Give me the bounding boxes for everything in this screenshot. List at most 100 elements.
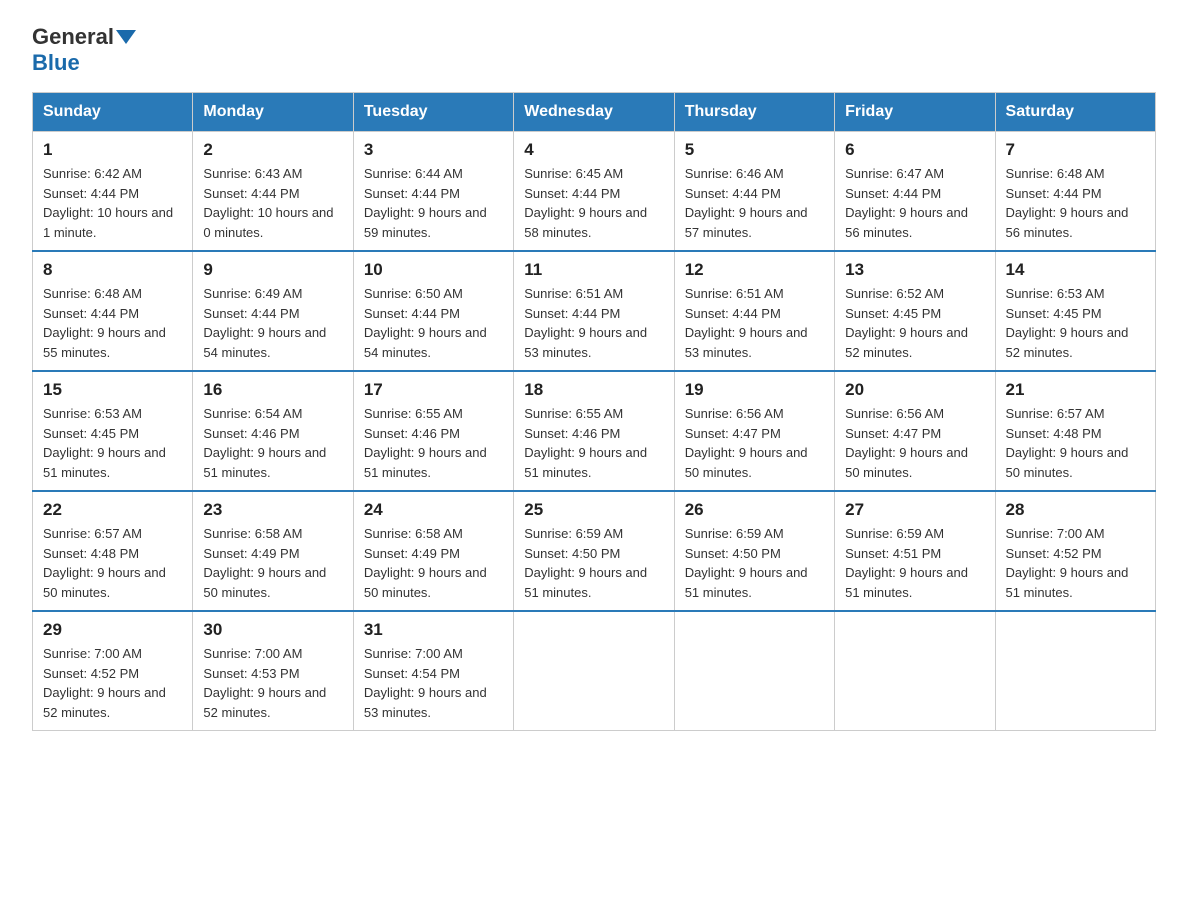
calendar-cell: 13 Sunrise: 6:52 AMSunset: 4:45 PMDaylig… <box>835 251 995 371</box>
day-info: Sunrise: 6:55 AMSunset: 4:46 PMDaylight:… <box>364 406 487 480</box>
day-number: 5 <box>685 140 824 160</box>
day-number: 15 <box>43 380 182 400</box>
day-info: Sunrise: 6:42 AMSunset: 4:44 PMDaylight:… <box>43 166 173 240</box>
day-number: 24 <box>364 500 503 520</box>
day-number: 23 <box>203 500 342 520</box>
day-info: Sunrise: 6:49 AMSunset: 4:44 PMDaylight:… <box>203 286 326 360</box>
calendar-cell <box>995 611 1155 731</box>
day-number: 16 <box>203 380 342 400</box>
calendar-cell: 18 Sunrise: 6:55 AMSunset: 4:46 PMDaylig… <box>514 371 674 491</box>
calendar-table: SundayMondayTuesdayWednesdayThursdayFrid… <box>32 92 1156 731</box>
calendar-week-row: 29 Sunrise: 7:00 AMSunset: 4:52 PMDaylig… <box>33 611 1156 731</box>
day-info: Sunrise: 6:58 AMSunset: 4:49 PMDaylight:… <box>203 526 326 600</box>
calendar-cell: 6 Sunrise: 6:47 AMSunset: 4:44 PMDayligh… <box>835 132 995 252</box>
calendar-cell: 5 Sunrise: 6:46 AMSunset: 4:44 PMDayligh… <box>674 132 834 252</box>
calendar-day-header: Monday <box>193 93 353 132</box>
calendar-cell: 17 Sunrise: 6:55 AMSunset: 4:46 PMDaylig… <box>353 371 513 491</box>
day-number: 12 <box>685 260 824 280</box>
day-info: Sunrise: 6:43 AMSunset: 4:44 PMDaylight:… <box>203 166 333 240</box>
day-number: 20 <box>845 380 984 400</box>
calendar-cell: 12 Sunrise: 6:51 AMSunset: 4:44 PMDaylig… <box>674 251 834 371</box>
day-number: 21 <box>1006 380 1145 400</box>
day-number: 17 <box>364 380 503 400</box>
day-number: 2 <box>203 140 342 160</box>
calendar-week-row: 8 Sunrise: 6:48 AMSunset: 4:44 PMDayligh… <box>33 251 1156 371</box>
day-info: Sunrise: 6:57 AMSunset: 4:48 PMDaylight:… <box>43 526 166 600</box>
logo-arrow-icon <box>116 30 136 44</box>
calendar-day-header: Tuesday <box>353 93 513 132</box>
day-info: Sunrise: 6:48 AMSunset: 4:44 PMDaylight:… <box>1006 166 1129 240</box>
day-info: Sunrise: 6:56 AMSunset: 4:47 PMDaylight:… <box>845 406 968 480</box>
day-number: 27 <box>845 500 984 520</box>
day-info: Sunrise: 6:59 AMSunset: 4:50 PMDaylight:… <box>685 526 808 600</box>
calendar-day-header: Friday <box>835 93 995 132</box>
day-number: 28 <box>1006 500 1145 520</box>
calendar-day-header: Sunday <box>33 93 193 132</box>
day-number: 19 <box>685 380 824 400</box>
day-info: Sunrise: 7:00 AMSunset: 4:52 PMDaylight:… <box>1006 526 1129 600</box>
day-info: Sunrise: 6:45 AMSunset: 4:44 PMDaylight:… <box>524 166 647 240</box>
calendar-cell: 3 Sunrise: 6:44 AMSunset: 4:44 PMDayligh… <box>353 132 513 252</box>
day-info: Sunrise: 6:51 AMSunset: 4:44 PMDaylight:… <box>685 286 808 360</box>
calendar-cell: 14 Sunrise: 6:53 AMSunset: 4:45 PMDaylig… <box>995 251 1155 371</box>
calendar-cell: 1 Sunrise: 6:42 AMSunset: 4:44 PMDayligh… <box>33 132 193 252</box>
calendar-week-row: 1 Sunrise: 6:42 AMSunset: 4:44 PMDayligh… <box>33 132 1156 252</box>
day-info: Sunrise: 6:59 AMSunset: 4:50 PMDaylight:… <box>524 526 647 600</box>
day-number: 13 <box>845 260 984 280</box>
calendar-cell: 22 Sunrise: 6:57 AMSunset: 4:48 PMDaylig… <box>33 491 193 611</box>
logo-blue-text: Blue <box>32 50 80 76</box>
calendar-cell: 21 Sunrise: 6:57 AMSunset: 4:48 PMDaylig… <box>995 371 1155 491</box>
calendar-cell: 31 Sunrise: 7:00 AMSunset: 4:54 PMDaylig… <box>353 611 513 731</box>
day-number: 10 <box>364 260 503 280</box>
calendar-cell: 24 Sunrise: 6:58 AMSunset: 4:49 PMDaylig… <box>353 491 513 611</box>
calendar-cell: 7 Sunrise: 6:48 AMSunset: 4:44 PMDayligh… <box>995 132 1155 252</box>
day-number: 22 <box>43 500 182 520</box>
day-info: Sunrise: 6:53 AMSunset: 4:45 PMDaylight:… <box>1006 286 1129 360</box>
logo-general-text: General <box>32 24 114 50</box>
calendar-cell: 10 Sunrise: 6:50 AMSunset: 4:44 PMDaylig… <box>353 251 513 371</box>
calendar-cell: 8 Sunrise: 6:48 AMSunset: 4:44 PMDayligh… <box>33 251 193 371</box>
day-info: Sunrise: 6:51 AMSunset: 4:44 PMDaylight:… <box>524 286 647 360</box>
day-info: Sunrise: 6:44 AMSunset: 4:44 PMDaylight:… <box>364 166 487 240</box>
calendar-cell <box>514 611 674 731</box>
calendar-day-header: Wednesday <box>514 93 674 132</box>
day-number: 3 <box>364 140 503 160</box>
calendar-cell: 30 Sunrise: 7:00 AMSunset: 4:53 PMDaylig… <box>193 611 353 731</box>
day-info: Sunrise: 6:47 AMSunset: 4:44 PMDaylight:… <box>845 166 968 240</box>
day-info: Sunrise: 7:00 AMSunset: 4:54 PMDaylight:… <box>364 646 487 720</box>
calendar-cell: 16 Sunrise: 6:54 AMSunset: 4:46 PMDaylig… <box>193 371 353 491</box>
calendar-cell <box>674 611 834 731</box>
day-number: 11 <box>524 260 663 280</box>
calendar-cell: 4 Sunrise: 6:45 AMSunset: 4:44 PMDayligh… <box>514 132 674 252</box>
calendar-day-header: Saturday <box>995 93 1155 132</box>
day-number: 6 <box>845 140 984 160</box>
day-number: 1 <box>43 140 182 160</box>
calendar-week-row: 15 Sunrise: 6:53 AMSunset: 4:45 PMDaylig… <box>33 371 1156 491</box>
calendar-cell: 19 Sunrise: 6:56 AMSunset: 4:47 PMDaylig… <box>674 371 834 491</box>
calendar-day-header: Thursday <box>674 93 834 132</box>
day-number: 31 <box>364 620 503 640</box>
day-info: Sunrise: 6:46 AMSunset: 4:44 PMDaylight:… <box>685 166 808 240</box>
calendar-cell: 2 Sunrise: 6:43 AMSunset: 4:44 PMDayligh… <box>193 132 353 252</box>
calendar-cell <box>835 611 995 731</box>
calendar-cell: 28 Sunrise: 7:00 AMSunset: 4:52 PMDaylig… <box>995 491 1155 611</box>
calendar-cell: 27 Sunrise: 6:59 AMSunset: 4:51 PMDaylig… <box>835 491 995 611</box>
day-info: Sunrise: 6:57 AMSunset: 4:48 PMDaylight:… <box>1006 406 1129 480</box>
day-number: 26 <box>685 500 824 520</box>
day-info: Sunrise: 6:52 AMSunset: 4:45 PMDaylight:… <box>845 286 968 360</box>
day-number: 29 <box>43 620 182 640</box>
day-info: Sunrise: 6:50 AMSunset: 4:44 PMDaylight:… <box>364 286 487 360</box>
day-number: 4 <box>524 140 663 160</box>
day-number: 18 <box>524 380 663 400</box>
day-number: 30 <box>203 620 342 640</box>
calendar-cell: 11 Sunrise: 6:51 AMSunset: 4:44 PMDaylig… <box>514 251 674 371</box>
day-info: Sunrise: 6:53 AMSunset: 4:45 PMDaylight:… <box>43 406 166 480</box>
logo: General Blue <box>32 24 138 76</box>
calendar-cell: 15 Sunrise: 6:53 AMSunset: 4:45 PMDaylig… <box>33 371 193 491</box>
calendar-cell: 9 Sunrise: 6:49 AMSunset: 4:44 PMDayligh… <box>193 251 353 371</box>
day-info: Sunrise: 6:55 AMSunset: 4:46 PMDaylight:… <box>524 406 647 480</box>
day-info: Sunrise: 6:48 AMSunset: 4:44 PMDaylight:… <box>43 286 166 360</box>
day-info: Sunrise: 6:56 AMSunset: 4:47 PMDaylight:… <box>685 406 808 480</box>
calendar-cell: 20 Sunrise: 6:56 AMSunset: 4:47 PMDaylig… <box>835 371 995 491</box>
calendar-week-row: 22 Sunrise: 6:57 AMSunset: 4:48 PMDaylig… <box>33 491 1156 611</box>
